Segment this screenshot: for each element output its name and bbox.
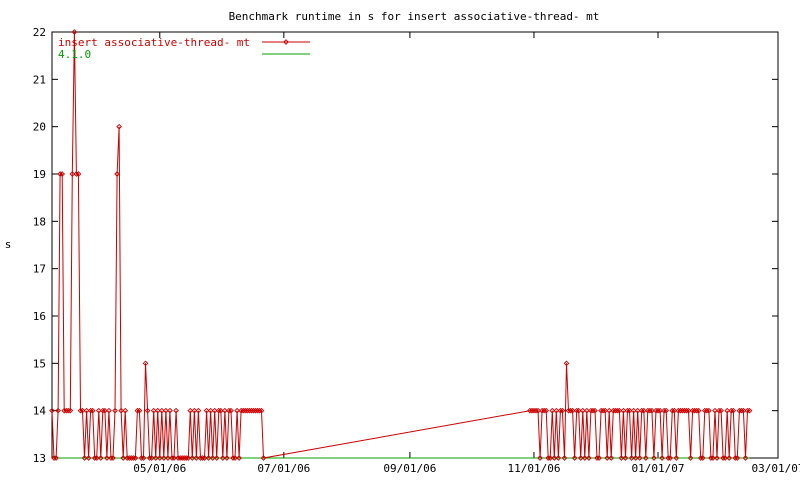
y-tick-label: 15 (33, 357, 46, 370)
x-tick-label: 05/01/06 (133, 462, 186, 475)
y-tick-label: 14 (33, 405, 47, 418)
legend: insert associative-thread- mt4.1.0 (58, 36, 310, 61)
y-tick-label: 17 (33, 263, 46, 276)
y-tick-label: 18 (33, 215, 46, 228)
x-tick-label: 03/01/07 (752, 462, 800, 475)
y-tick-label: 16 (33, 310, 46, 323)
chart-title: Benchmark runtime in s for insert associ… (229, 10, 600, 23)
y-tick-label: 13 (33, 452, 46, 465)
legend-label: 4.1.0 (58, 48, 91, 61)
y-tick-label: 22 (33, 26, 46, 39)
y-tick-label: 21 (33, 73, 46, 86)
y-tick-label: 20 (33, 121, 46, 134)
x-tick-label: 01/01/07 (632, 462, 685, 475)
y-tick-label: 19 (33, 168, 46, 181)
x-tick-label: 07/01/06 (257, 462, 310, 475)
series-line (51, 31, 750, 459)
y-axis-label: s (5, 238, 12, 251)
plot-frame (51, 31, 779, 459)
series-layer (49, 29, 753, 461)
x-tick-label: 11/01/06 (507, 462, 560, 475)
benchmark-chart: Benchmark runtime in s for insert associ… (5, 10, 800, 475)
x-tick-label: 09/01/06 (383, 462, 436, 475)
